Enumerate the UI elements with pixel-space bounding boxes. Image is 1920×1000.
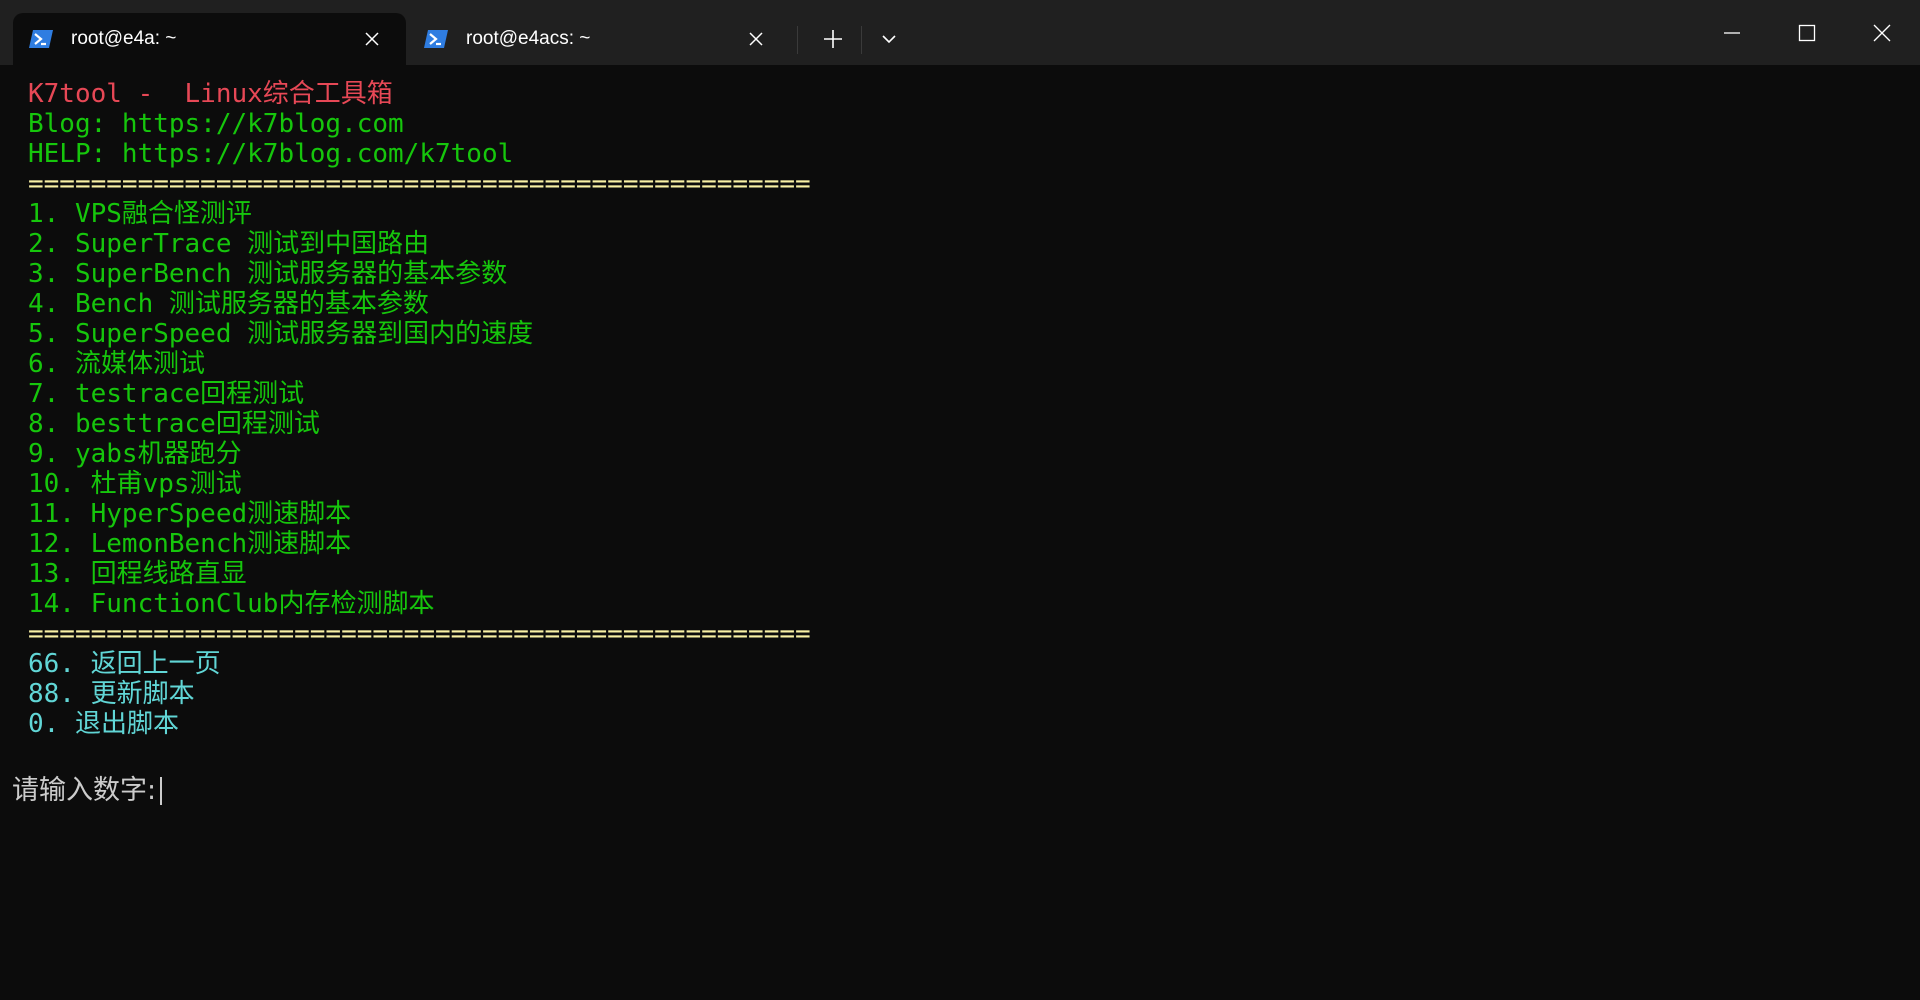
tab-dropdown-button[interactable] xyxy=(866,18,912,60)
input-prompt[interactable]: 请输入数字: xyxy=(12,775,163,807)
maximize-icon xyxy=(1798,24,1816,41)
tab-close-button[interactable] xyxy=(350,21,394,57)
tab-label: root@e4a: ~ xyxy=(71,28,177,49)
menu-item: 10. 杜甫vps测试 xyxy=(28,469,242,499)
close-icon xyxy=(1873,24,1891,41)
prompt-label: 请输入数字: xyxy=(12,775,157,806)
nav-item: 66. 返回上一页 xyxy=(28,649,221,679)
menu-item: 8. besttrace回程测试 xyxy=(28,409,320,439)
window-close-button[interactable] xyxy=(1850,0,1914,65)
close-icon xyxy=(365,32,379,46)
minimize-button[interactable] xyxy=(1700,0,1764,65)
tab-root-e4a[interactable]: root@e4a: ~ xyxy=(13,13,406,65)
powershell-icon xyxy=(29,30,53,48)
new-tab-button[interactable] xyxy=(810,18,856,60)
separator-bottom: ========================================… xyxy=(28,619,811,649)
close-icon xyxy=(749,32,763,46)
header-title: K7tool - Linux综合工具箱 xyxy=(28,79,393,109)
menu-item: 3. SuperBench 测试服务器的基本参数 xyxy=(28,259,508,289)
menu-item: 9. yabs机器跑分 xyxy=(28,439,242,469)
minimize-icon xyxy=(1724,31,1740,34)
powershell-icon xyxy=(424,30,448,48)
menu-item: 11. HyperSpeed测速脚本 xyxy=(28,499,352,529)
menu-item: 14. FunctionClub内存检测脚本 xyxy=(28,589,435,619)
plus-icon xyxy=(824,30,842,48)
terminal-output[interactable]: K7tool - Linux综合工具箱 Blog: https://k7blog… xyxy=(0,65,1920,1000)
menu-item: 6. 流媒体测试 xyxy=(28,349,205,379)
menu-item: 5. SuperSpeed 测试服务器到国内的速度 xyxy=(28,319,534,349)
text-cursor xyxy=(160,777,163,805)
nav-item: 0. 退出脚本 xyxy=(28,709,179,739)
maximize-button[interactable] xyxy=(1775,0,1839,65)
menu-item: 1. VPS融合怪测评 xyxy=(28,199,252,229)
header-help: HELP: https://k7blog.com/k7tool xyxy=(28,139,514,169)
menu-item: 7. testrace回程测试 xyxy=(28,379,305,409)
header-blog: Blog: https://k7blog.com xyxy=(28,109,404,139)
menu-item: 4. Bench 测试服务器的基本参数 xyxy=(28,289,429,319)
tab-close-button[interactable] xyxy=(734,21,778,57)
separator-top: ========================================… xyxy=(28,169,811,199)
nav-item: 88. 更新脚本 xyxy=(28,679,195,709)
tab-root-e4acs[interactable]: root@e4acs: ~ xyxy=(408,13,790,65)
title-bar: root@e4a: ~ root@e4acs: ~ xyxy=(0,0,1920,65)
menu-item: 2. SuperTrace 测试到中国路由 xyxy=(28,229,430,259)
chevron-down-icon xyxy=(882,35,896,44)
menu-item: 13. 回程线路直显 xyxy=(28,559,247,589)
tab-divider xyxy=(861,26,862,54)
tab-label: root@e4acs: ~ xyxy=(466,28,591,49)
tab-divider xyxy=(797,26,798,54)
menu-item: 12. LemonBench测速脚本 xyxy=(28,529,352,559)
